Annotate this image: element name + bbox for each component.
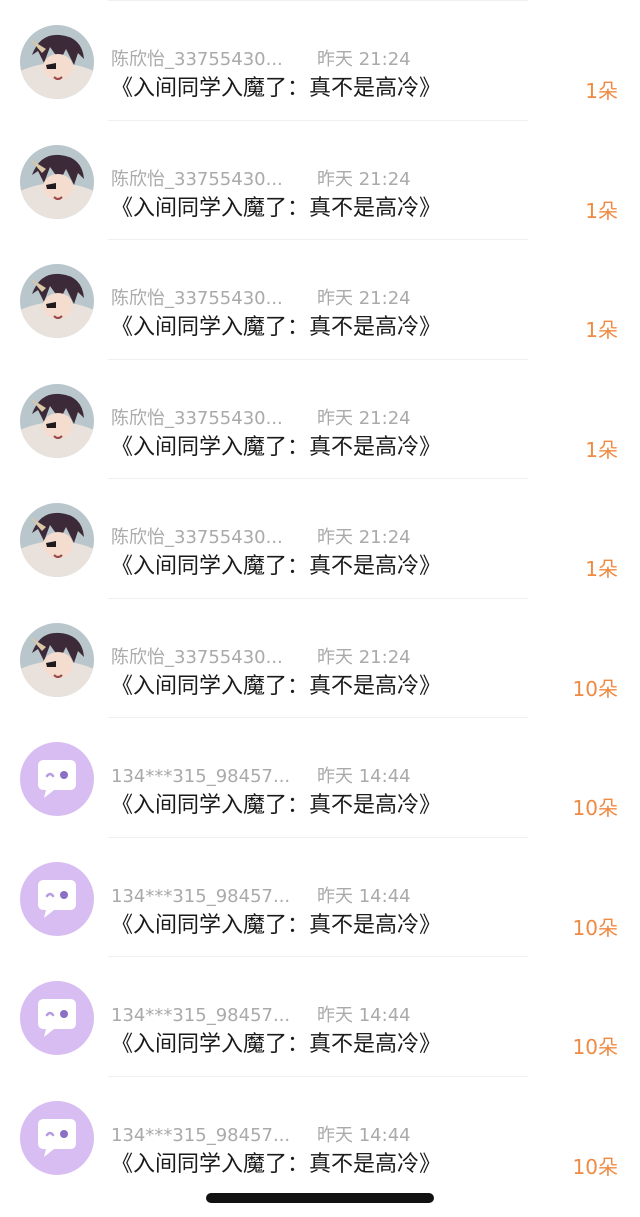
gift-count: 10朵: [572, 676, 618, 701]
item-meta: 134***315_98457... 昨天 14:44: [111, 884, 411, 910]
anime-avatar-icon: [20, 622, 94, 697]
sender-name: 陈欣怡_33755430...: [111, 288, 283, 309]
sender-name: 134***315_98457...: [111, 766, 291, 787]
list-item[interactable]: 陈欣怡_33755430... 昨天 21:24 《入间同学入魔了：真不是高冷》 …: [0, 478, 640, 598]
anime-avatar-icon: [20, 383, 94, 458]
gift-count: 1朵: [585, 557, 618, 581]
gift-count: 10朵: [572, 1154, 618, 1179]
item-meta: 134***315_98457... 昨天 14:44: [111, 1003, 411, 1029]
book-title: 《入间同学入魔了：真不是高冷》: [111, 434, 442, 460]
user-avatar[interactable]: [20, 742, 94, 816]
sender-name: 陈欣怡_33755430...: [111, 646, 283, 668]
gift-count: 10朵: [572, 1035, 618, 1059]
sender-name: 134***315_98457...: [111, 1005, 291, 1026]
gift-count: 1朵: [585, 437, 618, 462]
book-title: 《入间同学入魔了：真不是高冷》: [111, 554, 442, 579]
item-meta: 134***315_98457... 昨天 14:44: [111, 764, 411, 790]
timestamp: 昨天 21:24: [317, 407, 411, 429]
sender-name: 陈欣怡_33755430...: [111, 49, 283, 70]
sender-name: 陈欣怡_33755430...: [111, 407, 283, 429]
gift-count: 1朵: [585, 318, 618, 342]
sender-name: 134***315_98457...: [111, 1124, 291, 1146]
timestamp: 昨天 14:44: [317, 766, 411, 787]
sender-name: 陈欣怡_33755430...: [111, 168, 283, 190]
gift-record-list: 陈欣怡_33755430... 昨天 21:24 《入间同学入魔了：真不是高冷》 …: [0, 0, 640, 1195]
timestamp: 昨天 14:44: [317, 885, 411, 907]
item-meta: 陈欣怡_33755430... 昨天 21:24: [111, 47, 411, 73]
user-avatar[interactable]: [20, 1100, 94, 1175]
timestamp: 昨天 21:24: [317, 288, 411, 309]
list-item[interactable]: 134***315_98457... 昨天 14:44 《入间同学入魔了：真不是高…: [0, 717, 640, 837]
anime-avatar-icon: [20, 264, 94, 338]
list-item[interactable]: 陈欣怡_33755430... 昨天 21:24 《入间同学入魔了：真不是高冷》 …: [0, 119, 640, 240]
list-item[interactable]: 陈欣怡_33755430... 昨天 21:24 《入间同学入魔了：真不是高冷》 …: [0, 597, 640, 718]
book-title: 《入间同学入魔了：真不是高冷》: [111, 1151, 442, 1177]
item-meta: 134***315_98457... 昨天 14:44: [111, 1123, 411, 1149]
anime-avatar-icon: [20, 144, 94, 219]
book-title: 《入间同学入魔了：真不是高冷》: [111, 673, 442, 699]
timestamp: 昨天 21:24: [317, 646, 411, 668]
home-indicator[interactable]: [206, 1193, 434, 1203]
timestamp: 昨天 14:44: [317, 1005, 411, 1026]
book-title: 《入间同学入魔了：真不是高冷》: [111, 315, 442, 340]
gift-count: 10朵: [572, 796, 618, 820]
list-item[interactable]: 陈欣怡_33755430... 昨天 21:24 《入间同学入魔了：真不是高冷》 …: [0, 239, 640, 359]
book-title: 《入间同学入魔了：真不是高冷》: [111, 76, 442, 101]
timestamp: 昨天 21:24: [317, 168, 411, 190]
user-avatar[interactable]: [20, 622, 94, 697]
book-title: 《入间同学入魔了：真不是高冷》: [111, 195, 442, 221]
item-meta: 陈欣怡_33755430... 昨天 21:24: [111, 525, 411, 551]
item-meta: 陈欣怡_33755430... 昨天 21:24: [111, 167, 411, 193]
book-title: 《入间同学入魔了：真不是高冷》: [111, 793, 442, 818]
book-title: 《入间同学入魔了：真不是高冷》: [111, 912, 442, 938]
chat-bubble-avatar-icon: [20, 981, 94, 1055]
user-avatar[interactable]: [20, 264, 94, 338]
timestamp: 昨天 14:44: [317, 1124, 411, 1146]
user-avatar[interactable]: [20, 981, 94, 1055]
timestamp: 昨天 21:24: [317, 527, 411, 548]
item-meta: 陈欣怡_33755430... 昨天 21:24: [111, 406, 411, 432]
user-avatar[interactable]: [20, 144, 94, 219]
anime-avatar-icon: [20, 503, 94, 577]
chat-bubble-avatar-icon: [20, 1100, 94, 1175]
list-item[interactable]: 陈欣怡_33755430... 昨天 21:24 《入间同学入魔了：真不是高冷》 …: [0, 0, 640, 120]
sender-name: 陈欣怡_33755430...: [111, 527, 283, 548]
book-title: 《入间同学入魔了：真不是高冷》: [111, 1032, 442, 1057]
chat-bubble-avatar-icon: [20, 742, 94, 816]
sender-name: 134***315_98457...: [111, 885, 291, 907]
item-meta: 陈欣怡_33755430... 昨天 21:24: [111, 286, 411, 312]
chat-bubble-avatar-icon: [20, 861, 94, 936]
user-avatar[interactable]: [20, 861, 94, 936]
list-item[interactable]: 134***315_98457... 昨天 14:44 《入间同学入魔了：真不是高…: [0, 836, 640, 957]
item-meta: 陈欣怡_33755430... 昨天 21:24: [111, 645, 411, 671]
gift-count: 1朵: [585, 198, 618, 223]
list-item[interactable]: 陈欣怡_33755430... 昨天 21:24 《入间同学入魔了：真不是高冷》 …: [0, 358, 640, 479]
list-item[interactable]: 134***315_98457... 昨天 14:44 《入间同学入魔了：真不是高…: [0, 956, 640, 1076]
timestamp: 昨天 21:24: [317, 49, 411, 70]
user-avatar[interactable]: [20, 25, 94, 99]
gift-count: 1朵: [585, 79, 618, 103]
list-item[interactable]: 134***315_98457... 昨天 14:44 《入间同学入魔了：真不是高…: [0, 1075, 640, 1196]
user-avatar[interactable]: [20, 503, 94, 577]
anime-avatar-icon: [20, 25, 94, 99]
user-avatar[interactable]: [20, 383, 94, 458]
gift-count: 10朵: [572, 915, 618, 940]
